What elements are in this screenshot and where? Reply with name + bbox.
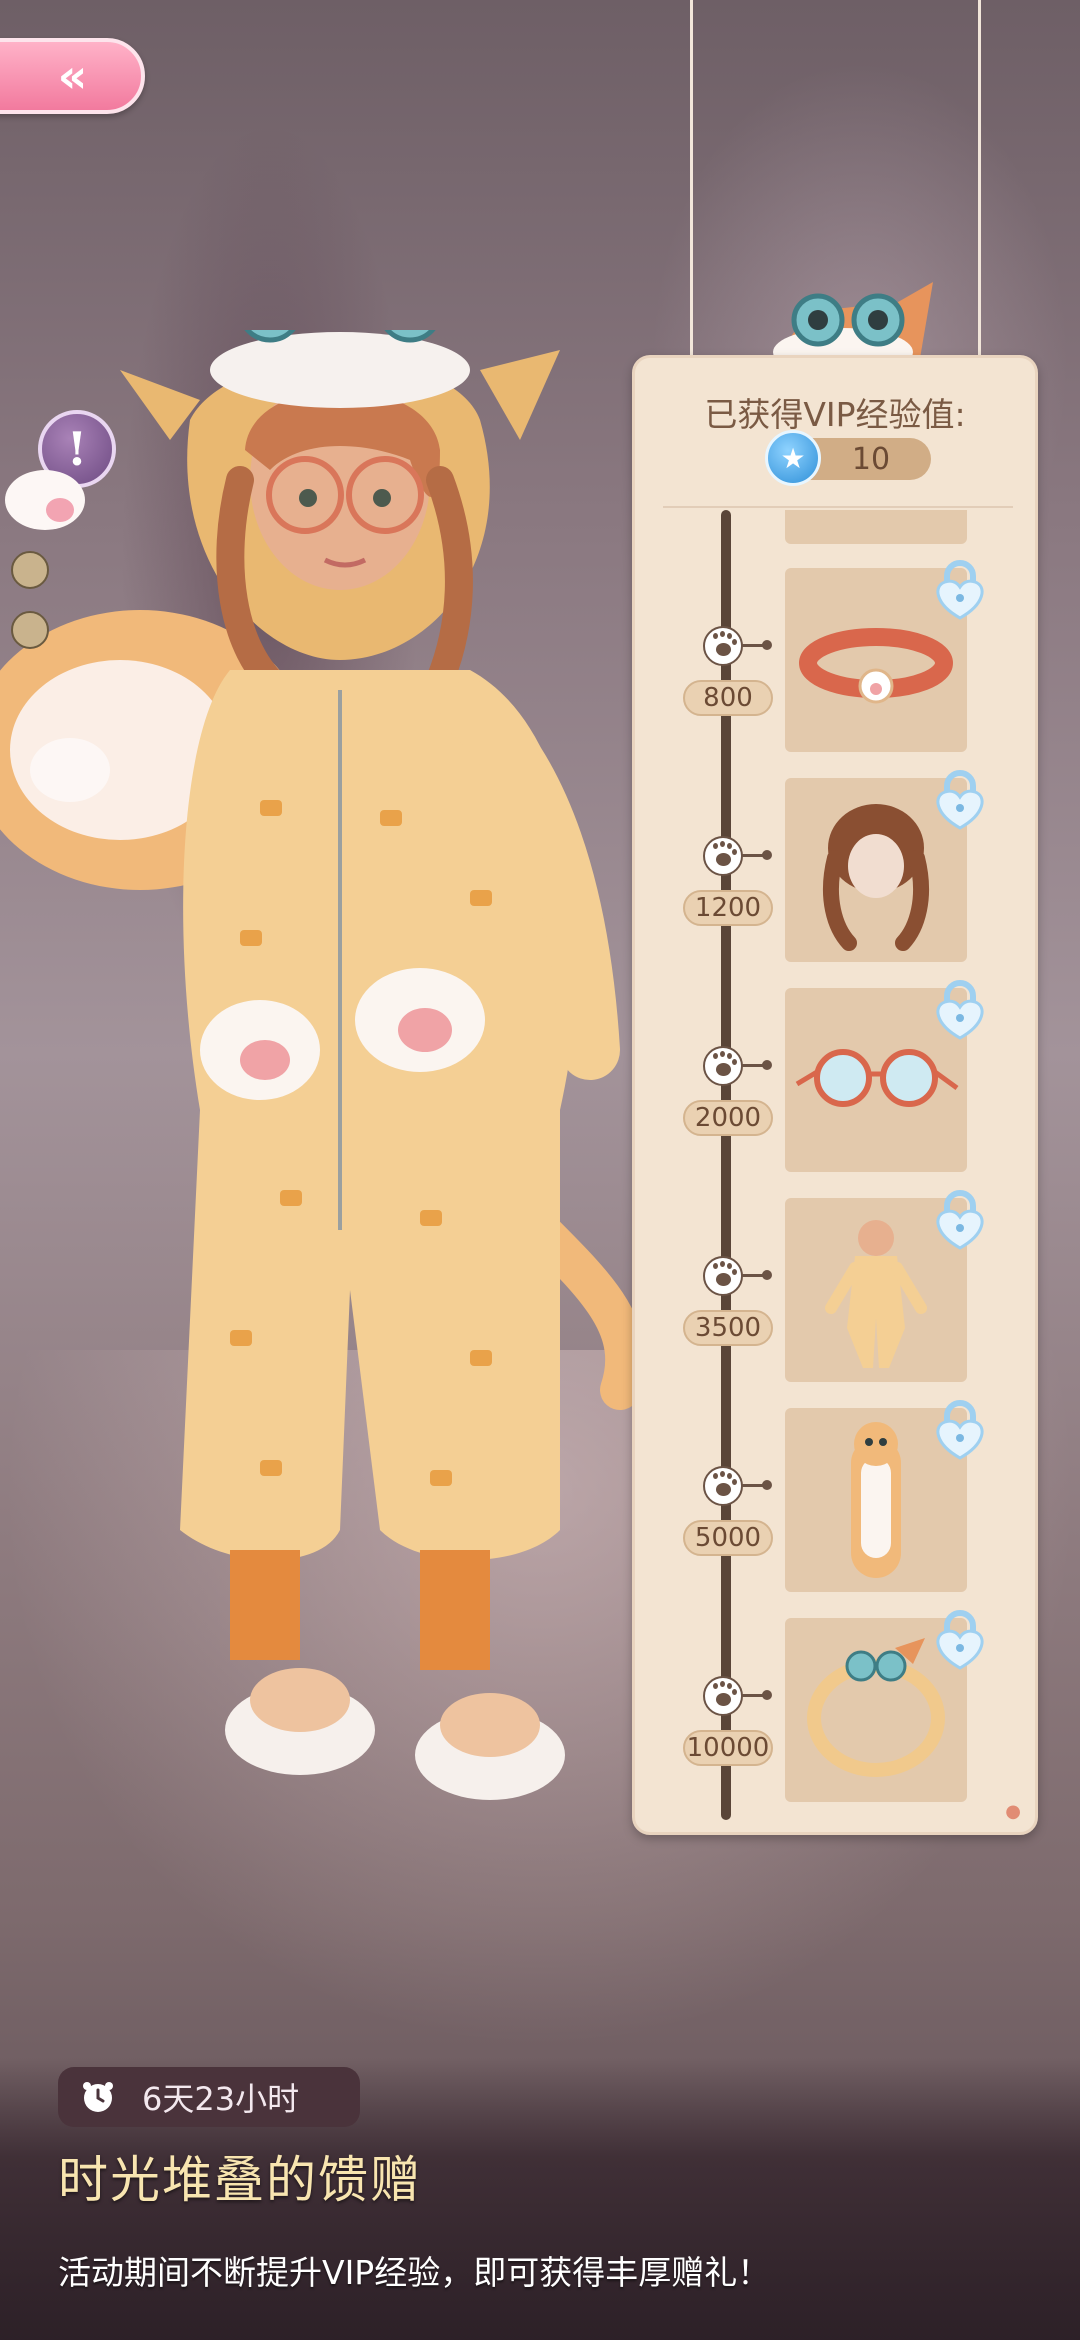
reward-tier: 800 <box>635 560 1035 752</box>
reward-tier: 10000 <box>635 1610 1035 1802</box>
tier-threshold: 2000 <box>683 1100 773 1136</box>
hanging-string-left <box>690 0 693 375</box>
clock-icon <box>83 2082 113 2112</box>
timer-text: 6天23小时 <box>142 2080 300 2118</box>
reward-tier: 1200 <box>635 770 1035 962</box>
tier-threshold: 10000 <box>683 1730 773 1766</box>
vip-reward-panel: 已获得VIP经验值: ★ 10 800 1200 2000 3500 5000 … <box>632 355 1038 1835</box>
lock-icon <box>936 770 984 830</box>
paw-icon <box>703 1046 743 1086</box>
event-title: 时光堆叠的馈赠 <box>58 2151 422 2209</box>
lock-icon <box>936 1610 984 1670</box>
paw-decor-icon: ● <box>1005 1801 1021 1822</box>
paw-icon <box>703 626 743 666</box>
lock-icon <box>936 980 984 1040</box>
star-icon: ★ <box>765 430 821 486</box>
reward-tier: 2000 <box>635 980 1035 1172</box>
reward-track[interactable]: 800 1200 2000 3500 5000 10000 <box>635 510 1035 1820</box>
hanging-string-right <box>978 0 981 375</box>
double-chevron-left-icon: « <box>57 49 88 103</box>
tier-connector-dot <box>762 1690 772 1700</box>
tier-connector-dot <box>762 1060 772 1070</box>
back-button[interactable]: « <box>0 38 145 114</box>
event-timer: 6天23小时 <box>58 2067 360 2127</box>
tier-connector-dot <box>762 1480 772 1490</box>
event-description: 活动期间不断提升VIP经验，即可获得丰厚赠礼！ <box>58 2253 771 2292</box>
reward-tier: 5000 <box>635 1400 1035 1592</box>
character-illustration <box>0 330 646 1800</box>
lock-icon <box>936 560 984 620</box>
lock-icon <box>936 1190 984 1250</box>
tier-connector-dot <box>762 640 772 650</box>
vip-exp-title: 已获得VIP经验值: <box>704 395 966 434</box>
reward-card-partial <box>785 510 967 544</box>
paw-icon <box>703 836 743 876</box>
tier-connector-dot <box>762 1270 772 1280</box>
paw-icon <box>703 1256 743 1296</box>
paw-icon <box>703 1676 743 1716</box>
tier-threshold: 1200 <box>683 890 773 926</box>
tier-connector-dot <box>762 850 772 860</box>
tier-threshold: 5000 <box>683 1520 773 1556</box>
paw-icon <box>703 1466 743 1506</box>
lock-icon <box>936 1400 984 1460</box>
tier-threshold: 3500 <box>683 1310 773 1346</box>
tier-threshold: 800 <box>683 680 773 716</box>
divider <box>663 506 1013 508</box>
reward-tier: 3500 <box>635 1190 1035 1382</box>
vip-exp-value: 10 <box>851 442 891 477</box>
